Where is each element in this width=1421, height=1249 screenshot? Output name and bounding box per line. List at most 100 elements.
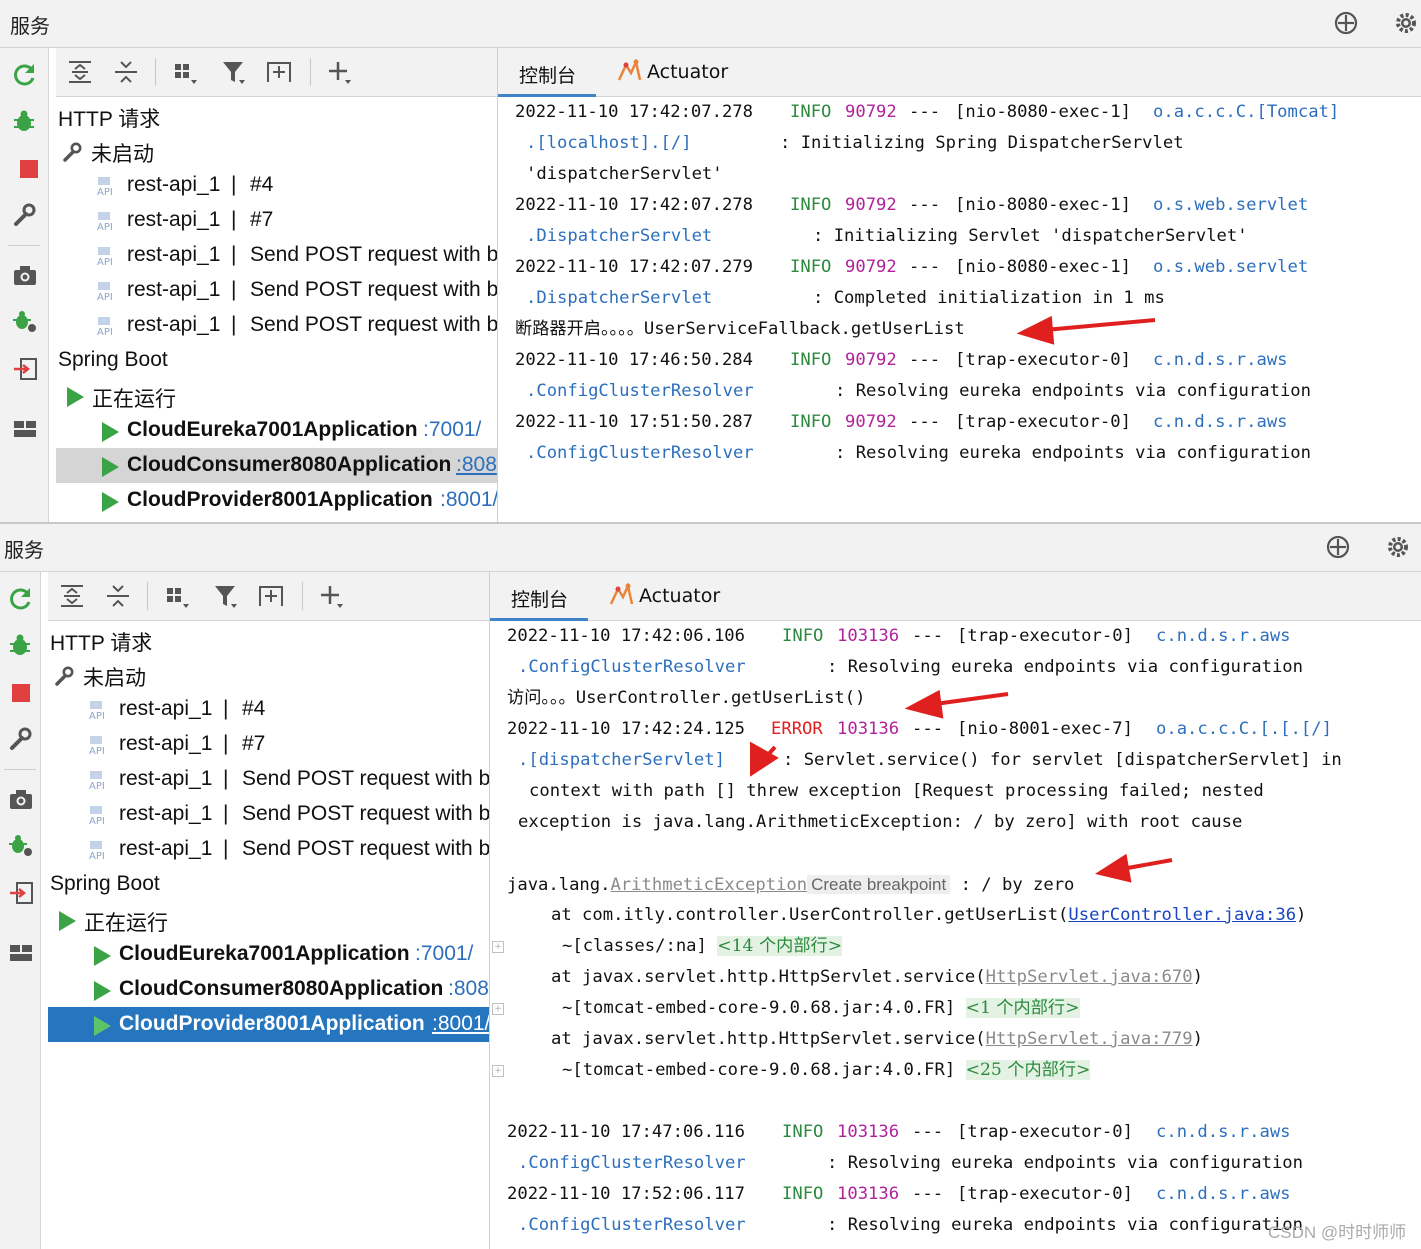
svg-text:API: API [89,851,105,860]
tree-group-running[interactable]: 正在运行 [56,378,497,413]
log-line-fallback: 断路器开启。。。。UserServiceFallback.getUserList [515,319,965,339]
tree-item-request[interactable]: API rest-api_1 | #7 [56,203,497,238]
attach-icon[interactable] [8,880,34,906]
wrench-icon[interactable] [12,202,38,228]
services-tree: HTTP 请求 未启动 API rest-api_1 | #4 API rest… [56,48,498,522]
debug-icon[interactable] [12,108,38,134]
panel-title: 服务 [4,538,44,562]
camera-icon[interactable] [8,787,34,813]
tree-toolbar [48,572,489,621]
add-icon[interactable] [326,58,354,86]
watermark: CSDN @时时师师 [1268,1223,1407,1242]
debug-icon[interactable] [8,632,34,658]
api-icon: API [89,841,105,860]
collapse-all-icon[interactable] [112,58,140,86]
tree-item-request[interactable]: API rest-api_1 | Send POST request with … [56,308,497,343]
tree-item-request[interactable]: API rest-api_1 | Send POST request with … [48,762,489,797]
rerun-icon[interactable] [12,62,38,88]
api-icon: API [97,177,113,196]
stop-icon[interactable] [12,684,30,702]
folded-lines[interactable]: <14 个内部行> [717,936,843,956]
tree-item-request[interactable]: API rest-api_1 | Send POST request with … [48,797,489,832]
tree-item-app-selected[interactable]: CloudConsumer8080Application :808 [56,448,497,483]
source-link[interactable]: HttpServlet.java:779 [986,1029,1193,1049]
exception-class-link[interactable]: ArithmeticException [610,875,807,895]
tree-group-spring-boot[interactable]: Spring Boot [48,867,489,902]
log-line: 2022-11-10 17:52:06.117 INFO 103136 --- [tra… [507,1184,1291,1204]
tree-group-http[interactable]: HTTP 请求 [48,622,489,657]
tab-console[interactable]: 控制台 [490,572,588,621]
tree-item-request[interactable]: API rest-api_1 | Send POST request with … [56,273,497,308]
log-line: .ConfigClusterResolver: Resolving eureka… [526,381,1311,401]
expand-all-icon[interactable] [66,58,94,86]
app-port-link[interactable]: :8001/ [440,488,497,512]
svg-text:API: API [89,816,105,825]
camera-icon[interactable] [12,263,38,289]
filter-icon[interactable] [212,582,240,610]
tree-item-app[interactable]: CloudEureka7001Application :7001/ [56,413,497,448]
svg-text:API: API [97,327,113,336]
tree-item-app[interactable]: CloudConsumer8080Application :808 [48,972,489,1007]
tree-item-app[interactable]: CloudProvider8001Application :8001/ [56,483,497,518]
source-link[interactable]: UserController.java:36 [1068,905,1296,925]
new-tab-icon[interactable] [257,582,285,610]
app-port-link[interactable]: :8001/ [432,1012,489,1036]
tab-console[interactable]: 控制台 [498,48,596,97]
app-port-link[interactable]: :808 [456,453,497,477]
group-icon[interactable] [164,582,192,610]
folded-lines[interactable]: <25 个内部行> [965,1060,1091,1080]
add-icon[interactable] [318,582,346,610]
gear-icon[interactable] [1393,10,1419,36]
app-port-link[interactable]: :808 [448,977,489,1001]
collapse-all-icon[interactable] [104,582,132,610]
api-icon: API [89,771,105,790]
tree-group-not-started[interactable]: 未启动 [48,657,489,692]
play-icon [102,457,119,477]
tree-group-running[interactable]: 正在运行 [48,902,489,937]
tree-item-request[interactable]: API rest-api_1 | #7 [48,727,489,762]
tab-actuator[interactable]: Actuator [602,572,732,618]
tree-item-request[interactable]: API rest-api_1 | #4 [56,168,497,203]
layout-icon[interactable] [8,940,34,966]
svg-text:API: API [89,781,105,790]
attach-icon[interactable] [12,356,38,382]
gear-icon[interactable] [1385,534,1411,560]
new-tab-icon[interactable] [265,58,293,86]
log-line-exception: java.lang.ArithmeticException Create brea… [507,875,1075,895]
app-port-link[interactable]: :7001/ [423,418,481,442]
tree-item-request[interactable]: API rest-api_1 | #4 [48,692,489,727]
stack-frame-folded: + ~[tomcat-embed-core-9.0.68.jar:4.0.FR] … [490,993,1421,1024]
expand-icon[interactable]: + [492,1065,504,1077]
tab-actuator[interactable]: Actuator [610,48,740,94]
expand-all-icon[interactable] [58,582,86,610]
services-titlebar: 服务 [0,524,1421,572]
tree-group-not-started[interactable]: 未启动 [56,133,497,168]
bug-settings-icon[interactable] [12,308,38,334]
tree-item-request[interactable]: API rest-api_1 | Send POST request with … [56,238,497,273]
create-breakpoint-hint[interactable]: Create breakpoint [807,875,951,894]
expand-icon[interactable]: + [492,941,504,953]
rerun-icon[interactable] [8,586,34,612]
filter-icon[interactable] [220,58,248,86]
app-port-link[interactable]: :7001/ [415,942,473,966]
wrench-icon[interactable] [8,726,34,752]
services-panel-bottom: 服务 HTTP 请求 未启动 API rest-api_1 | #4 API r… [0,524,1421,1249]
svg-text:API: API [97,292,113,301]
crosshair-icon[interactable] [1333,10,1359,36]
tree-group-http[interactable]: HTTP 请求 [56,98,497,133]
tree-item-request[interactable]: API rest-api_1 | Send POST request with … [48,832,489,867]
stack-frame-folded: + ~[classes/:na] <14 个内部行> [490,931,1421,962]
group-icon[interactable] [172,58,200,86]
source-link[interactable]: HttpServlet.java:670 [986,967,1193,987]
tree-item-app[interactable]: CloudEureka7001Application :7001/ [48,937,489,972]
tree-group-spring-boot[interactable]: Spring Boot [56,343,497,378]
stack-frame: at javax.servlet.http.HttpServlet.servic… [551,1029,1203,1049]
group-label: HTTP 请求 [58,108,161,131]
layout-icon[interactable] [12,416,38,442]
tree-item-app-selected[interactable]: CloudProvider8001Application :8001/ [48,1007,489,1042]
bug-settings-icon[interactable] [8,832,34,858]
stop-icon[interactable] [20,160,38,178]
expand-icon[interactable]: + [492,1003,504,1015]
folded-lines[interactable]: <1 个内部行> [965,998,1080,1018]
crosshair-icon[interactable] [1325,534,1351,560]
